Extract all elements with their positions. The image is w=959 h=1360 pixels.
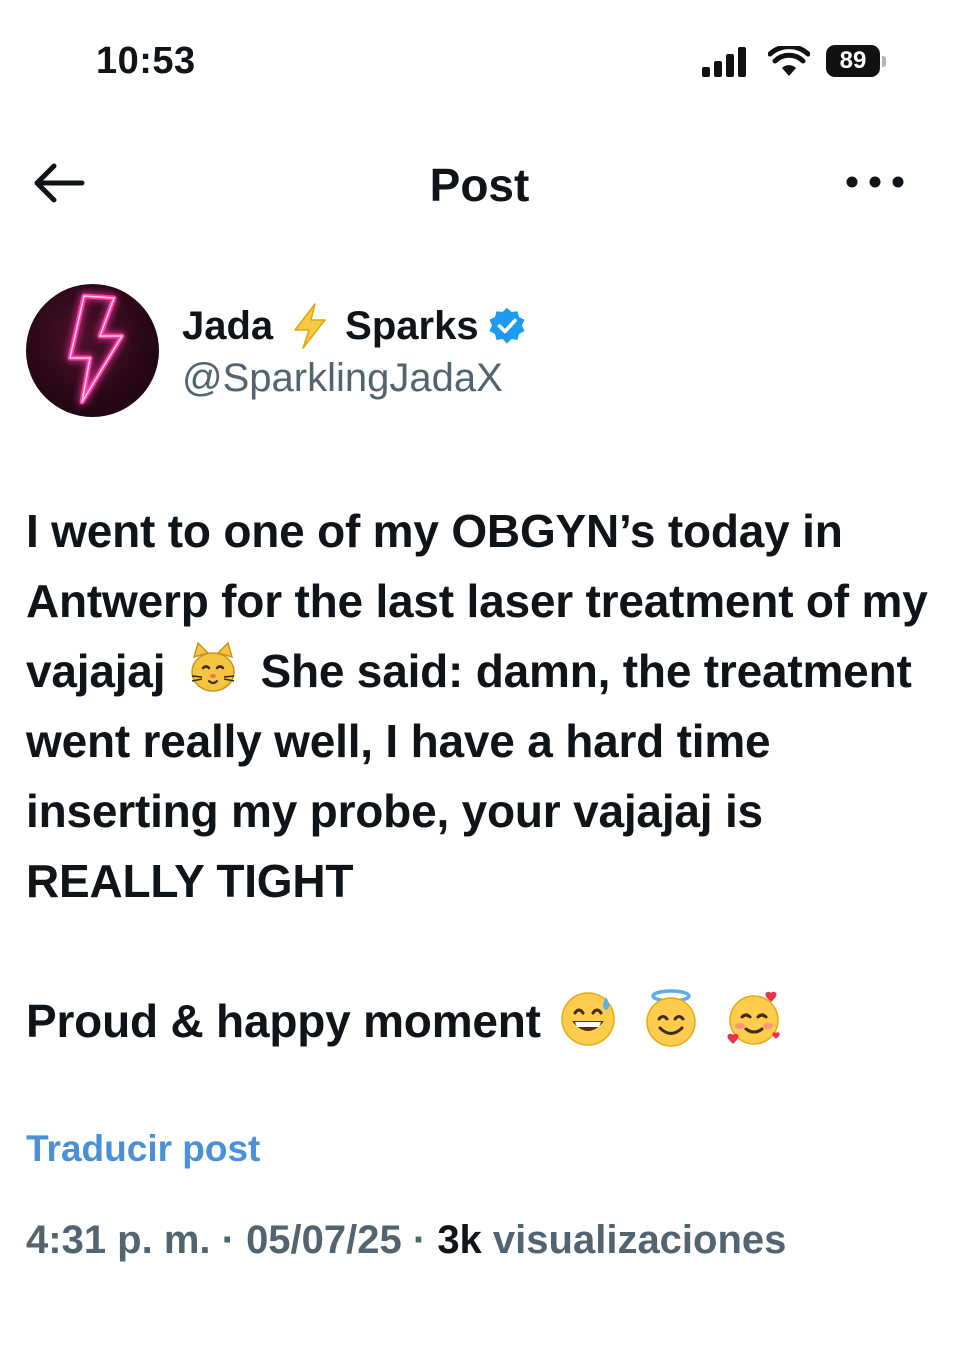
post-date: 05/07/25 xyxy=(246,1218,402,1262)
grinning-sweat-emoji-icon xyxy=(561,992,616,1046)
views-count[interactable]: 3k xyxy=(437,1218,482,1262)
neon-lightning-icon xyxy=(67,293,125,405)
nav-bar: Post xyxy=(0,140,959,230)
verified-badge-icon xyxy=(489,308,525,344)
post-author: Jada Sparks @SparklingJadaX xyxy=(26,284,926,424)
display-name-last: Sparks xyxy=(345,303,479,348)
post-paragraph: I went to one of my OBGYN’s today in Ant… xyxy=(26,496,936,916)
battery-level: 89 xyxy=(826,45,880,77)
post-time: 4:31 p. m. xyxy=(26,1218,211,1262)
battery-icon: 89 xyxy=(826,45,886,79)
post-text: I went to one of my OBGYN’s today in Ant… xyxy=(26,496,936,1056)
cellular-signal-icon xyxy=(702,47,746,77)
views-label[interactable]: visualizaciones xyxy=(482,1218,786,1262)
wifi-icon xyxy=(768,46,810,76)
cat-face-emoji-icon xyxy=(191,641,235,692)
status-bar: 10:53 89 xyxy=(0,0,959,110)
post-paragraph-2: Proud & happy moment xyxy=(26,986,936,1056)
meta-separator: · xyxy=(210,1218,247,1262)
halo-emoji-icon xyxy=(646,989,696,1047)
post-meta: 4:31 p. m. · 05/07/25 · 3k visualizacion… xyxy=(26,1218,786,1263)
display-name[interactable]: Jada Sparks xyxy=(182,300,527,352)
status-time: 10:53 xyxy=(96,40,196,82)
post-text-part3: Proud & happy moment xyxy=(26,995,541,1047)
page-title: Post xyxy=(429,159,530,211)
more-options-icon[interactable] xyxy=(842,162,908,202)
avatar[interactable] xyxy=(26,284,159,417)
display-name-first: Jada xyxy=(182,303,274,348)
meta-separator: · xyxy=(401,1218,438,1262)
user-handle[interactable]: @SparklingJadaX xyxy=(182,356,503,401)
lightning-emoji-icon xyxy=(294,303,326,349)
translate-post-link[interactable]: Traducir post xyxy=(26,1128,260,1170)
smiling-hearts-emoji-icon xyxy=(727,991,780,1045)
